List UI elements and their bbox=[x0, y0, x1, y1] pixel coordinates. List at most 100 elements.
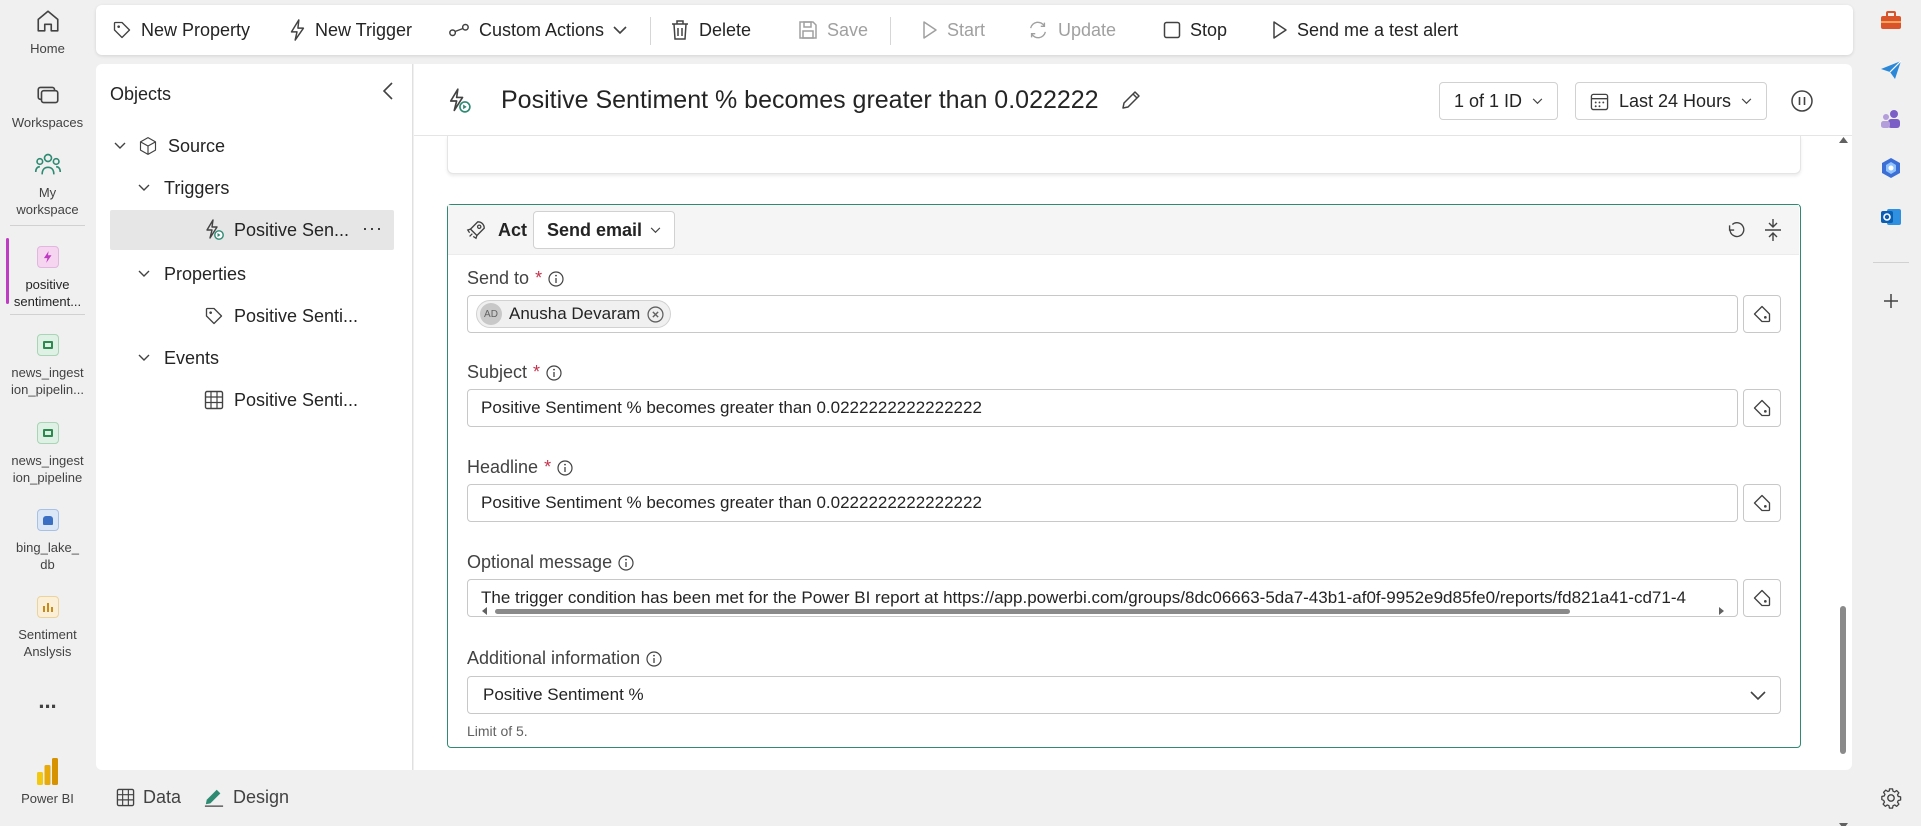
tree-node-triggers[interactable]: Triggers bbox=[110, 168, 394, 208]
pencil-edit-icon[interactable] bbox=[1119, 88, 1143, 112]
delete-button[interactable]: Delete bbox=[670, 5, 751, 55]
save-icon bbox=[799, 21, 817, 39]
nav-item-bing-lake-db[interactable]: bing_lake_db bbox=[0, 505, 95, 573]
nav-item-news-ingestion-2[interactable]: news_ingestion_pipeline bbox=[0, 418, 95, 486]
tree-node-event-item[interactable]: Positive Senti... bbox=[110, 380, 394, 420]
subject-field[interactable]: Positive Sentiment % becomes greater tha… bbox=[467, 389, 1738, 427]
nav-my-workspace[interactable]: My workspace bbox=[0, 150, 95, 218]
more-icon: ... bbox=[38, 688, 57, 713]
powerbi-brand[interactable]: Power BI bbox=[0, 756, 95, 807]
subject-tag-button[interactable] bbox=[1743, 389, 1781, 427]
nav-item-news-ingestion-1[interactable]: news_ingestion_pipelin... bbox=[0, 330, 95, 398]
trigger-title: Positive Sentiment % becomes greater tha… bbox=[501, 86, 1099, 114]
scrollbar-thumb[interactable] bbox=[495, 609, 1570, 614]
optional-message-text: Optional message bbox=[467, 552, 613, 572]
message-horizontal-scrollbar[interactable] bbox=[481, 607, 1726, 615]
tab-design[interactable]: Design bbox=[203, 774, 289, 820]
save-button[interactable]: Save bbox=[798, 5, 868, 55]
nav-home-label: Home bbox=[30, 41, 65, 56]
act-label: Act bbox=[498, 220, 528, 240]
save-label: Save bbox=[827, 19, 869, 40]
toolbar-divider bbox=[890, 17, 891, 45]
tree-node-events[interactable]: Events bbox=[110, 338, 394, 378]
objects-panel: Objects Source Triggers Positive Sen... … bbox=[96, 64, 413, 770]
send-to-tag-button[interactable] bbox=[1743, 295, 1781, 333]
pause-circle-icon[interactable] bbox=[1790, 89, 1814, 113]
scroll-left-icon bbox=[482, 607, 487, 615]
info-icon bbox=[548, 270, 564, 287]
limit-note: Limit of 5. bbox=[467, 723, 528, 739]
tree-node-source[interactable]: Source bbox=[110, 126, 394, 166]
additional-info-dropdown[interactable]: Positive Sentiment % bbox=[467, 676, 1781, 714]
more-items-button[interactable]: ... bbox=[0, 690, 95, 712]
more-options-icon[interactable]: ··· bbox=[362, 218, 383, 239]
optional-message-tag-button[interactable] bbox=[1743, 579, 1781, 617]
nav-item-positive-sentiment[interactable]: positive sentiment... bbox=[0, 242, 95, 310]
tree-label: Positive Sen... bbox=[234, 219, 350, 240]
scrollbar-thumb[interactable] bbox=[1840, 606, 1846, 754]
new-trigger-button[interactable]: New Trigger bbox=[288, 5, 412, 55]
id-selector-dropdown[interactable]: 1 of 1 ID bbox=[1439, 82, 1559, 120]
recipient-chip: AD Anusha Devaram bbox=[476, 300, 672, 328]
headline-field[interactable]: Positive Sentiment % becomes greater tha… bbox=[467, 484, 1738, 522]
tag-icon bbox=[1753, 305, 1771, 323]
start-button[interactable]: Start bbox=[922, 5, 985, 55]
refresh-icon bbox=[1029, 21, 1047, 39]
people-icon[interactable] bbox=[1877, 105, 1905, 133]
pipeline-icon bbox=[33, 330, 63, 360]
tree-label: Triggers bbox=[164, 177, 230, 198]
undo-reset-icon[interactable] bbox=[1725, 219, 1747, 241]
info-icon bbox=[618, 554, 634, 571]
custom-actions-button[interactable]: Custom Actions bbox=[448, 5, 627, 55]
start-label: Start bbox=[947, 19, 986, 40]
powerbi-label: Power BI bbox=[21, 791, 74, 806]
nav-workspaces[interactable]: Workspaces bbox=[0, 80, 95, 131]
remove-recipient-icon[interactable] bbox=[647, 305, 664, 323]
required-mark: * bbox=[544, 457, 552, 477]
stop-button[interactable]: Stop bbox=[1163, 5, 1227, 55]
tree-label: Source bbox=[168, 135, 226, 156]
toolbox-icon[interactable] bbox=[1877, 7, 1905, 35]
rocket-icon bbox=[466, 221, 485, 240]
collapse-panel-button[interactable] bbox=[376, 79, 400, 103]
action-type-dropdown[interactable]: Send email bbox=[533, 211, 676, 249]
scroll-down-icon bbox=[1839, 823, 1848, 826]
chevron-left-icon bbox=[383, 82, 393, 100]
nav-item-label: news_ingestion_pipeline bbox=[11, 453, 84, 485]
nav-home[interactable]: Home bbox=[0, 6, 95, 57]
objects-panel-title: Objects bbox=[110, 84, 172, 104]
headline-tag-button[interactable] bbox=[1743, 484, 1781, 522]
trigger-header: Positive Sentiment % becomes greater tha… bbox=[414, 64, 1852, 136]
rail-divider bbox=[1873, 262, 1909, 263]
tree-node-trigger-item[interactable]: Positive Sen... ··· bbox=[110, 210, 394, 250]
new-property-button[interactable]: New Property bbox=[112, 5, 250, 55]
headline-text: Headline bbox=[467, 457, 539, 477]
tree-label: Properties bbox=[164, 263, 247, 284]
ribbon-toolbar: New Property New Trigger Custom Actions … bbox=[96, 5, 1853, 55]
send-icon[interactable] bbox=[1877, 56, 1905, 84]
outlook-icon[interactable] bbox=[1877, 203, 1905, 231]
nav-item-sentiment-analysis[interactable]: Sentiment Anslysis bbox=[0, 592, 95, 660]
optional-message-value: The trigger condition has been met for t… bbox=[481, 588, 1686, 607]
time-range-dropdown[interactable]: Last 24 Hours bbox=[1575, 82, 1768, 120]
required-mark: * bbox=[533, 362, 541, 382]
reflex-item-icon bbox=[33, 242, 63, 272]
send-to-field[interactable]: AD Anusha Devaram bbox=[467, 295, 1738, 333]
tree-node-property-item[interactable]: Positive Senti... bbox=[110, 296, 394, 336]
home-icon bbox=[33, 6, 63, 36]
additional-info-text: Additional information bbox=[467, 648, 641, 668]
settings-gear-icon[interactable] bbox=[1877, 784, 1905, 812]
recipient-name: Anusha Devaram bbox=[509, 304, 641, 323]
tab-data[interactable]: Data bbox=[116, 774, 181, 820]
nav-my-workspace-label: My workspace bbox=[16, 185, 79, 217]
copilot-icon[interactable] bbox=[1877, 154, 1905, 182]
add-icon[interactable] bbox=[1877, 287, 1905, 315]
main-vertical-scrollbar[interactable] bbox=[1836, 136, 1850, 826]
send-test-alert-button[interactable]: Send me a test alert bbox=[1272, 5, 1458, 55]
tree-node-properties[interactable]: Properties bbox=[110, 254, 394, 294]
people-group-icon bbox=[33, 150, 63, 180]
collapse-icon[interactable] bbox=[1763, 218, 1783, 242]
headline-label: Headline * bbox=[467, 457, 573, 478]
update-button[interactable]: Update bbox=[1027, 5, 1116, 55]
toolbar-divider bbox=[650, 17, 651, 45]
